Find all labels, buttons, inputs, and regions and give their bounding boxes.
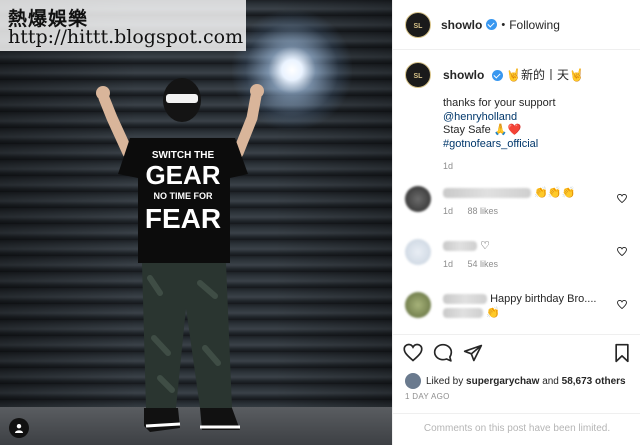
verified-badge-icon xyxy=(486,19,498,30)
header-username[interactable]: showlo xyxy=(441,18,482,32)
watermark-url: http://hittt.blogspot.com xyxy=(8,26,244,48)
liker-username[interactable]: supergarychaw xyxy=(466,376,539,387)
blurred-comment-text xyxy=(443,188,531,199)
likes-summary: Liked by supergarychaw and 58,673 others xyxy=(405,373,626,389)
shirt-line-3: NO TIME FOR xyxy=(154,191,213,201)
following-button[interactable]: Following xyxy=(509,18,560,32)
comment-time: 1d xyxy=(443,206,454,216)
caption-line-3: Stay Safe 🙏❤️ xyxy=(443,124,522,136)
action-bar: Liked by supergarychaw and 58,673 others… xyxy=(393,334,640,444)
caption-title: 🤘新的丨天🤘 xyxy=(506,68,584,82)
blurred-comment-text xyxy=(443,241,477,252)
blurred-comment-text xyxy=(443,308,483,319)
comment-text: 👏👏👏 xyxy=(534,187,576,199)
post-header: SL showlo • Following xyxy=(393,0,640,50)
comment-item: Happy birthday Bro.... 👏 xyxy=(405,292,635,320)
svg-text:SL: SL xyxy=(414,73,424,80)
likes-prefix: Liked by xyxy=(426,375,464,387)
comment-item: 👏👏👏 1d 88 likes xyxy=(405,186,635,216)
comment-text: ♡ xyxy=(480,240,490,252)
share-paper-plane-icon[interactable] xyxy=(463,343,483,363)
post-sidebar: SL showlo • Following SL showlo 🤘新的丨天🤘 t… xyxy=(392,0,640,445)
header-separator: • xyxy=(501,18,506,31)
avatar-logo-icon: SL xyxy=(414,73,424,80)
user-tag-icon xyxy=(15,424,23,433)
comments-limited-notice: Comments on this post have been limited. xyxy=(393,413,640,445)
user-tags-button[interactable] xyxy=(9,418,29,438)
like-comment-heart-icon[interactable] xyxy=(617,247,627,256)
verified-badge-icon xyxy=(491,70,503,82)
comment-item: ♡ 1d 54 likes xyxy=(405,239,635,269)
avatar[interactable]: SL xyxy=(405,11,431,38)
shirt-line-2: GEAR xyxy=(145,160,220,190)
caption-time: 1d xyxy=(443,161,454,171)
likes-others-link[interactable]: 58,673 others xyxy=(562,376,626,387)
comment-bubble-icon[interactable] xyxy=(433,343,453,363)
like-comment-heart-icon[interactable] xyxy=(617,300,627,309)
like-heart-icon[interactable] xyxy=(403,343,423,363)
hashtag-link[interactable]: #gotnofears_official xyxy=(443,138,584,152)
liker-avatar[interactable] xyxy=(405,373,421,389)
post-caption: SL showlo 🤘新的丨天🤘 thanks for your support… xyxy=(405,62,635,171)
comment-time: 1d xyxy=(443,259,454,269)
comment-likes[interactable]: 54 likes xyxy=(468,259,499,269)
comment-text-line2: 👏 xyxy=(486,307,500,319)
caption-line-1: thanks for your support xyxy=(443,97,556,109)
likes-connector: and xyxy=(542,375,559,387)
comment-avatar[interactable] xyxy=(405,239,431,265)
bookmark-icon[interactable] xyxy=(613,343,631,363)
comment-text: Happy birthday Bro.... xyxy=(490,293,597,305)
like-comment-heart-icon[interactable] xyxy=(617,194,627,203)
post-timestamp: 1 DAY AGO xyxy=(405,392,450,401)
comment-likes[interactable]: 88 likes xyxy=(468,206,499,216)
caption-username[interactable]: showlo xyxy=(443,68,484,82)
comment-avatar[interactable] xyxy=(405,292,431,318)
comment-avatar[interactable] xyxy=(405,186,431,212)
avatar-logo-icon: SL xyxy=(414,23,424,30)
person-figure: SWITCH THE GEAR NO TIME FOR FEAR xyxy=(96,78,264,432)
caption-avatar[interactable]: SL xyxy=(405,62,431,88)
svg-text:SL: SL xyxy=(414,23,424,30)
blurred-comment-text xyxy=(443,294,487,305)
post-photo[interactable]: SWITCH THE GEAR NO TIME FOR FEAR 熱爆娛樂 ht… xyxy=(0,0,392,445)
shirt-line-4: FEAR xyxy=(145,203,221,234)
mention-link[interactable]: @henryholland xyxy=(443,111,584,125)
